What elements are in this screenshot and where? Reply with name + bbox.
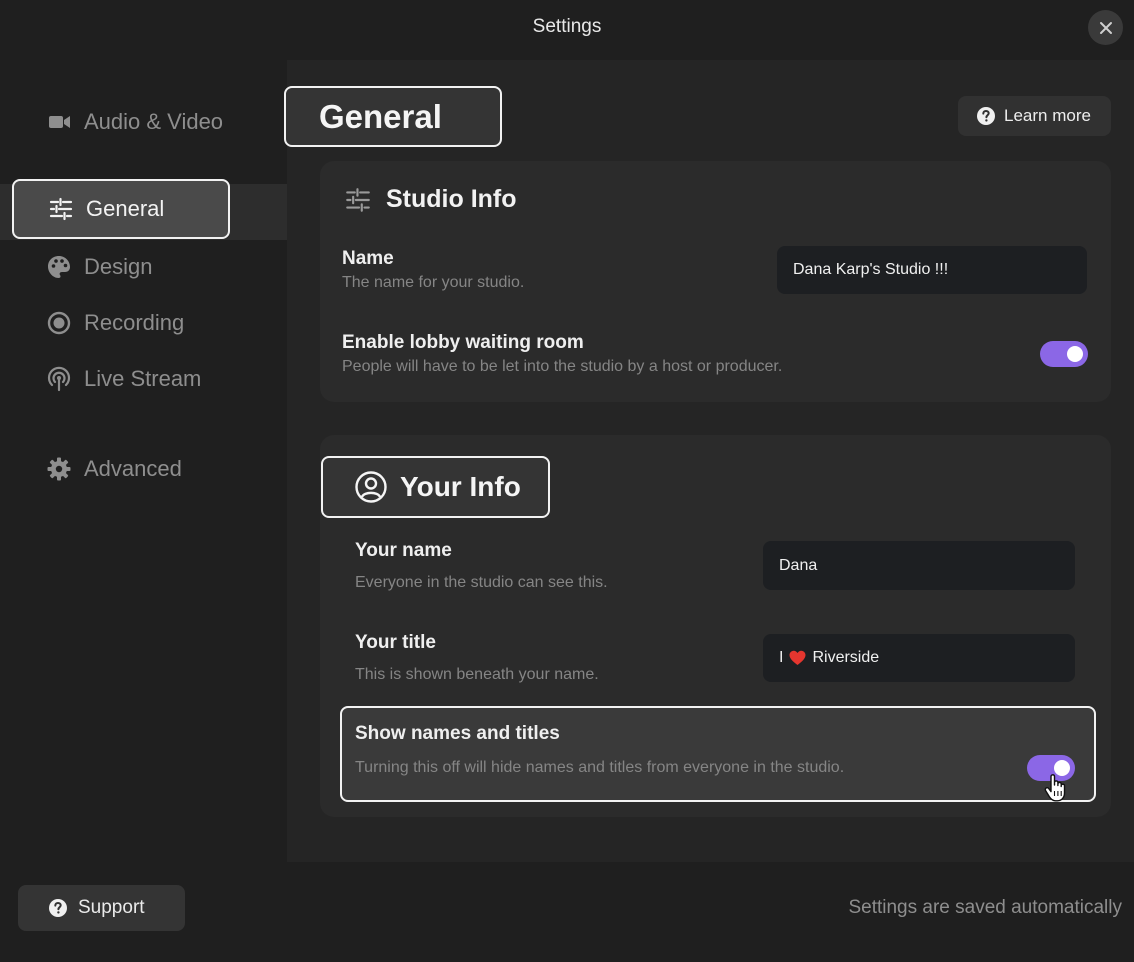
toggle-knob	[1067, 346, 1083, 362]
learn-more-label: Learn more	[1004, 106, 1091, 125]
page-title: General	[284, 86, 502, 147]
sidebar-item-recording[interactable]: Recording	[46, 309, 184, 337]
sidebar-item-label: Recording	[84, 310, 185, 335]
hand-cursor-icon	[1044, 774, 1066, 802]
header: Settings	[0, 0, 1134, 60]
close-icon	[1099, 21, 1112, 34]
sidebar-item-general[interactable]: General	[12, 179, 230, 239]
lobby-label: Enable lobby waiting room	[342, 332, 584, 353]
sidebar-item-live-stream[interactable]: Live Stream	[46, 365, 201, 393]
your-title-input[interactable]: I Riverside	[763, 634, 1075, 682]
sidebar: Audio & Video General Design Recording L…	[0, 60, 287, 862]
lobby-description: People will have to be let into the stud…	[342, 358, 783, 375]
your-title-suffix: Riverside	[812, 649, 880, 666]
record-icon	[47, 311, 71, 335]
sidebar-item-label: General	[86, 196, 165, 221]
help-icon	[977, 107, 995, 125]
studio-info-heading: Studio Info	[344, 185, 517, 214]
studio-name-input[interactable]: Dana Karp's Studio !!!	[777, 246, 1087, 294]
autosave-note: Settings are saved automatically	[848, 897, 1122, 918]
gear-icon	[47, 457, 71, 481]
footer: Support Settings are saved automatically	[0, 862, 1134, 962]
sidebar-item-design[interactable]: Design	[46, 253, 152, 281]
your-info-heading: Your Info	[321, 456, 550, 518]
studio-name-description: The name for your studio.	[342, 274, 525, 291]
your-title-prefix: I	[779, 649, 784, 666]
studio-name-label: Name	[342, 248, 394, 269]
sidebar-item-audio-video[interactable]: Audio & Video	[46, 108, 223, 136]
sidebar-item-label: Audio & Video	[84, 109, 224, 134]
sidebar-item-advanced[interactable]: Advanced	[46, 455, 182, 483]
sidebar-item-label: Design	[84, 254, 153, 279]
support-label: Support	[78, 897, 145, 918]
main-panel: General Learn more Studio Info Name The …	[284, 60, 1134, 862]
help-icon	[49, 899, 67, 917]
sidebar-item-label: Live Stream	[84, 366, 202, 391]
section-title: Studio Info	[386, 185, 517, 213]
learn-more-button[interactable]: Learn more	[958, 96, 1111, 136]
your-name-input[interactable]: Dana	[763, 541, 1075, 590]
studio-name-value: Dana Karp's Studio !!!	[793, 261, 949, 278]
settings-window: Settings Audio & Video General Design Re…	[0, 0, 1134, 962]
your-title-label: Your title	[355, 632, 436, 653]
close-button[interactable]	[1088, 10, 1123, 45]
show-names-description: Turning this off will hide names and tit…	[355, 759, 845, 776]
support-button[interactable]: Support	[18, 885, 185, 931]
heart-icon	[789, 650, 806, 665]
sidebar-item-label: Advanced	[84, 456, 182, 481]
your-name-value: Dana	[779, 556, 818, 574]
palette-icon	[48, 256, 70, 278]
broadcast-icon	[47, 366, 71, 392]
sliders-icon	[346, 187, 370, 212]
your-name-label: Your name	[355, 540, 452, 561]
show-names-row: Show names and titles Turning this off w…	[340, 706, 1096, 802]
studio-info-card: Studio Info Name The name for your studi…	[320, 161, 1111, 402]
section-title: Your Info	[400, 471, 521, 502]
video-camera-icon	[49, 116, 70, 128]
window-title: Settings	[532, 16, 602, 37]
sliders-icon	[49, 197, 73, 221]
user-circle-icon	[355, 471, 387, 503]
your-info-card: Your Info Your name Everyone in the stud…	[320, 435, 1111, 817]
lobby-toggle[interactable]	[1040, 341, 1088, 367]
your-name-description: Everyone in the studio can see this.	[355, 574, 608, 591]
show-names-label: Show names and titles	[355, 723, 560, 744]
your-title-description: This is shown beneath your name.	[355, 666, 599, 683]
